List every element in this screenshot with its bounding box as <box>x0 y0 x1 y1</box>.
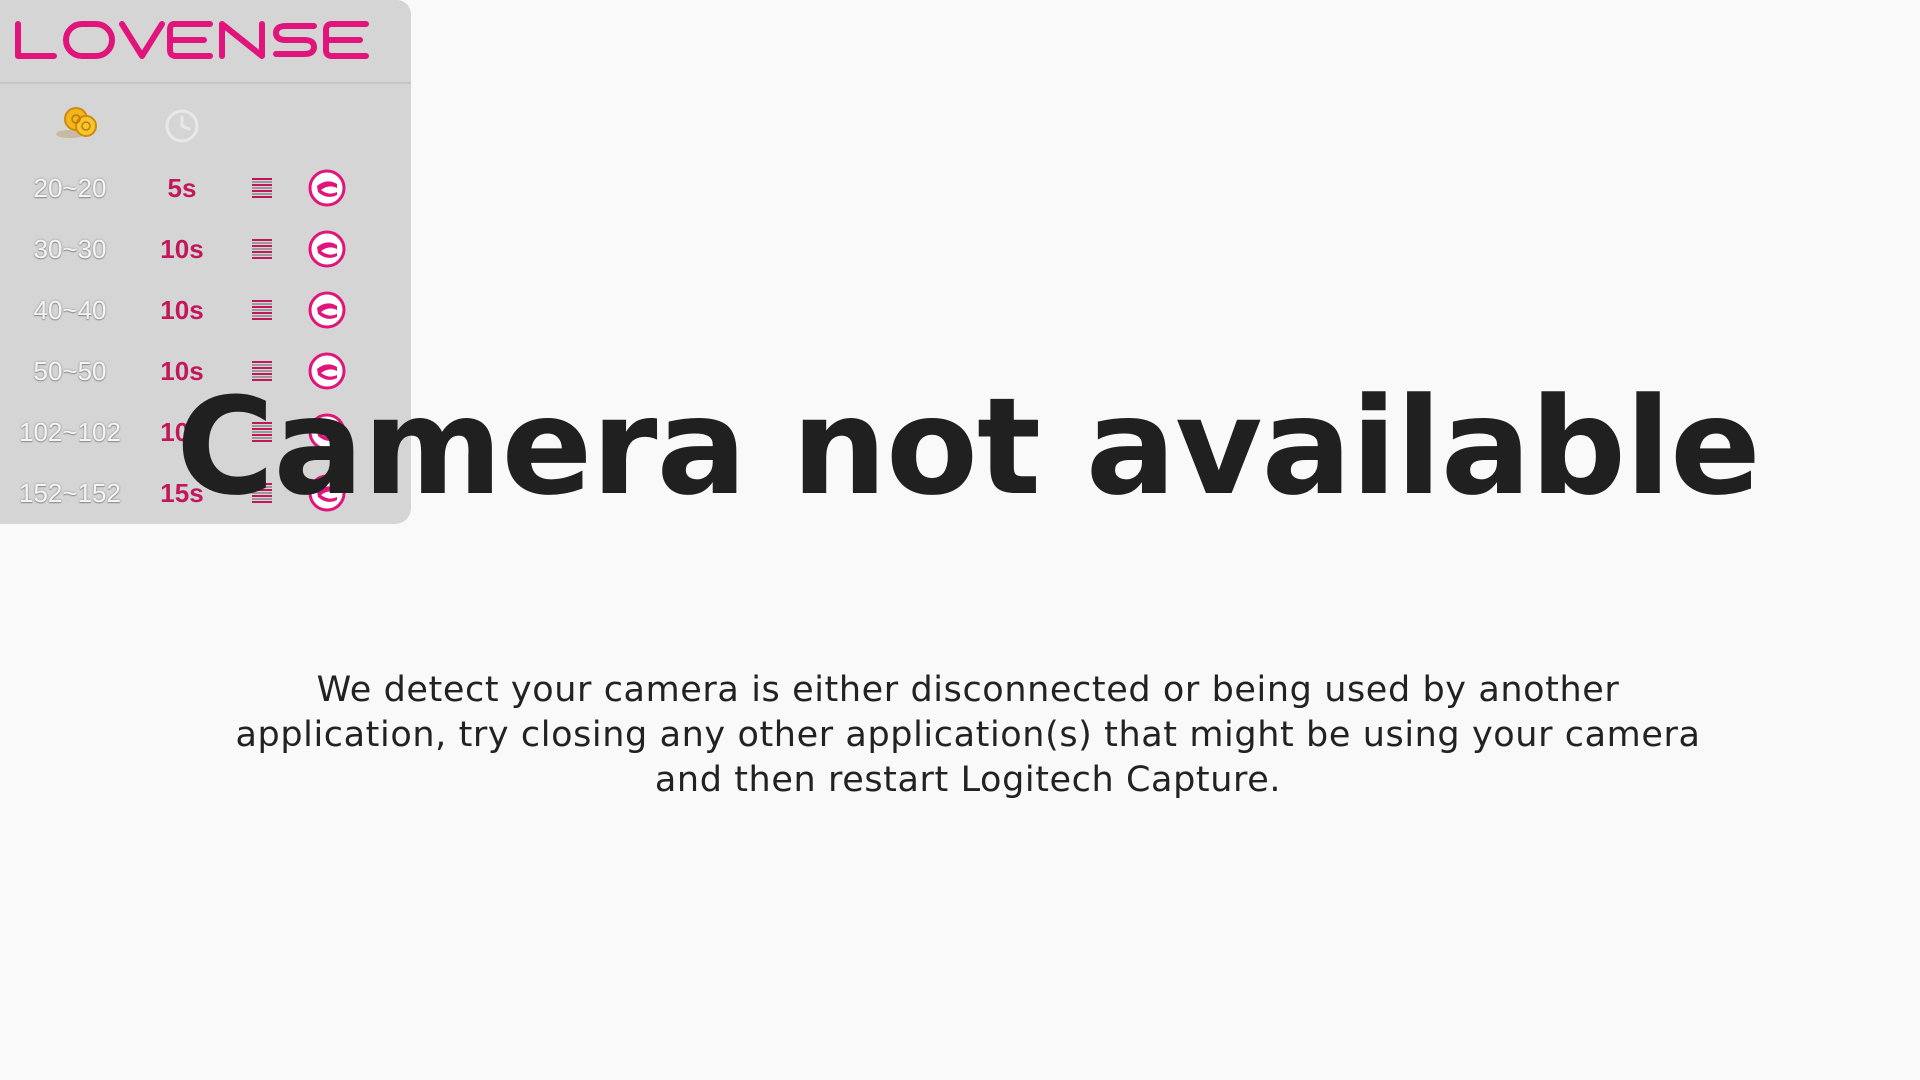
clock-icon <box>164 108 200 144</box>
lovense-toy-icon <box>307 229 347 269</box>
tip-level-row: 40~40 10s <box>0 286 411 334</box>
coin-icon <box>54 104 104 144</box>
camera-unavailable-message: We detect your camera is either disconne… <box>235 670 1701 800</box>
camera-unavailable-title: Camera not available <box>176 369 1761 525</box>
tip-range: 30~30 <box>33 234 107 264</box>
tip-level-row: 20~20 5s <box>0 164 411 212</box>
capture-window: 20~20 5s 30~30 10s 40~40 10s 50~50 10s 1… <box>0 0 1920 1080</box>
tip-duration: 10s <box>160 295 204 325</box>
lovense-logo <box>14 18 396 66</box>
lovense-header <box>0 0 411 84</box>
tip-duration: 10s <box>160 234 204 264</box>
vibration-level-icon <box>250 237 274 263</box>
vibration-level-icon <box>250 176 274 202</box>
tip-range: 20~20 <box>33 173 107 203</box>
panel-icon-row <box>0 84 411 164</box>
tip-level-row: 30~30 10s <box>0 225 411 273</box>
tip-range: 40~40 <box>33 295 107 325</box>
lovense-toy-icon <box>307 290 347 330</box>
vibration-level-icon <box>250 298 274 324</box>
tip-duration: 5s <box>167 173 197 203</box>
lovense-toy-icon <box>307 168 347 208</box>
